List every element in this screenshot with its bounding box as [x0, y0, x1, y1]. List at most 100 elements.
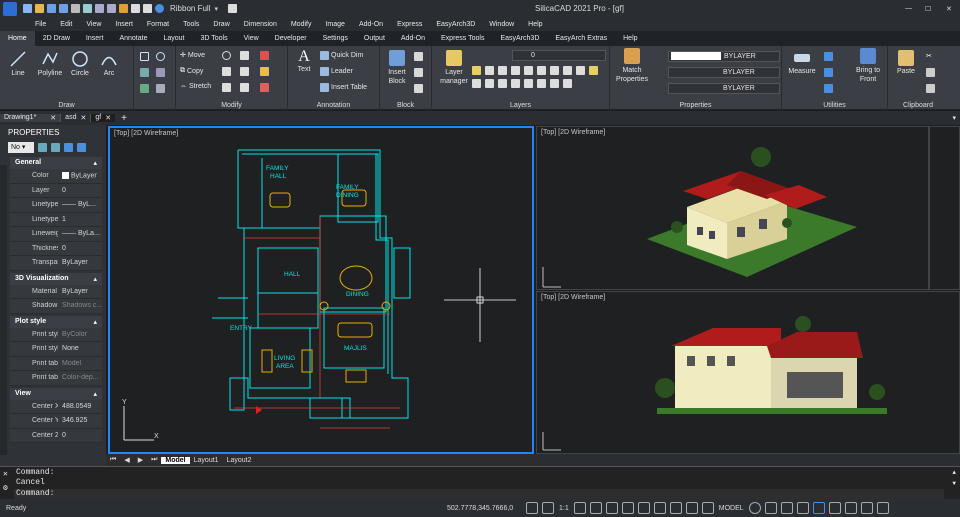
- layout-tab-layout1[interactable]: Layout1: [190, 457, 223, 464]
- top-right-viewport[interactable]: [Top] [2D Wireframe]: [536, 126, 960, 290]
- layout-tab-model[interactable]: Model: [161, 456, 190, 464]
- extend-icon[interactable]: [260, 67, 269, 76]
- open-icon[interactable]: [35, 4, 44, 13]
- insert-table-button[interactable]: Insert Table: [320, 83, 367, 92]
- quick-select-icon[interactable]: [64, 143, 73, 152]
- menu-add-on[interactable]: Add-On: [352, 21, 390, 28]
- main-viewport[interactable]: [Top] [2D Wireframe] FAMILY HALL FAMILY …: [108, 126, 534, 454]
- layer-isolate-icon[interactable]: [485, 66, 494, 75]
- prop-row-print-table-attached[interactable]: Print table...Model: [10, 356, 102, 371]
- tab-easyarch3d[interactable]: EasyArch3D: [492, 31, 547, 46]
- command-input[interactable]: Command:: [14, 489, 944, 499]
- minimize-icon[interactable]: —: [905, 5, 912, 12]
- tab-express-tools[interactable]: Express Tools: [433, 31, 492, 46]
- otrack-icon[interactable]: [669, 502, 682, 514]
- close-icon[interactable]: ✕: [946, 5, 952, 13]
- arc-button[interactable]: Arc: [96, 50, 122, 77]
- scroll-down-icon[interactable]: ▼: [952, 480, 956, 487]
- layer-merge-icon[interactable]: [576, 66, 585, 75]
- hardware-accel-icon[interactable]: [844, 502, 857, 514]
- tab-add-on[interactable]: Add-On: [393, 31, 433, 46]
- new-tab-icon[interactable]: +: [115, 113, 133, 124]
- coordinate-readout[interactable]: 502.7778,345.7666,0: [444, 505, 516, 512]
- matchprop-icon[interactable]: [119, 4, 128, 13]
- menu-dimension[interactable]: Dimension: [237, 21, 284, 28]
- annotation-scale[interactable]: 1:1: [556, 505, 572, 512]
- prop-row-center-z[interactable]: Center Z0: [10, 428, 102, 443]
- menu-file[interactable]: File: [28, 21, 53, 28]
- cut-icon[interactable]: ✂: [926, 52, 932, 60]
- layer-dropdown[interactable]: 0: [512, 50, 606, 61]
- dynamic-input-icon[interactable]: [764, 502, 777, 514]
- annotation-visibility-icon[interactable]: [573, 502, 586, 514]
- vis3d-section-header[interactable]: 3D Visualization ▴: [10, 272, 102, 285]
- prop-row-center-x[interactable]: Center X 488.0549: [10, 399, 102, 414]
- region-icon[interactable]: [140, 84, 149, 93]
- print-icon[interactable]: [71, 4, 80, 13]
- menu-modify[interactable]: Modify: [284, 21, 319, 28]
- layout-tab-layout2[interactable]: Layout2: [223, 457, 256, 464]
- point-icon[interactable]: [156, 84, 165, 93]
- menu-edit[interactable]: Edit: [53, 21, 79, 28]
- workspace-label[interactable]: Ribbon Full: [170, 4, 210, 13]
- text-button[interactable]: A Text: [292, 48, 316, 73]
- layer-walk-icon[interactable]: [550, 66, 559, 75]
- tab-home[interactable]: Home: [0, 31, 35, 46]
- stretch-button[interactable]: ⇔ Stretch: [180, 83, 211, 90]
- layer-current-icon[interactable]: [563, 79, 572, 88]
- selection-cycling-icon[interactable]: [796, 502, 809, 514]
- tab-output[interactable]: Output: [356, 31, 393, 46]
- erase-icon[interactable]: [260, 83, 269, 92]
- layer-copy-icon[interactable]: [511, 79, 520, 88]
- measure-button[interactable]: Measure: [786, 50, 818, 75]
- copy-button[interactable]: ⧉ Copy: [180, 67, 203, 75]
- paste-button[interactable]: Paste: [894, 50, 918, 75]
- create-block-icon[interactable]: [414, 52, 423, 61]
- spline-icon[interactable]: [156, 68, 165, 77]
- menu-view[interactable]: View: [79, 21, 108, 28]
- tab-annotate[interactable]: Annotate: [111, 31, 155, 46]
- quick-select-icon[interactable]: [824, 52, 833, 61]
- tab-settings[interactable]: Settings: [315, 31, 356, 46]
- redo-icon[interactable]: [107, 4, 116, 13]
- rotate-icon[interactable]: [222, 51, 231, 60]
- insert-block-button[interactable]: Insert Block: [384, 50, 410, 86]
- select-filter-icon[interactable]: [824, 68, 833, 77]
- polar-icon[interactable]: [637, 502, 650, 514]
- menu-image[interactable]: Image: [318, 21, 351, 28]
- object-snap-icon[interactable]: [653, 502, 666, 514]
- close-icon[interactable]: ✕: [3, 469, 8, 479]
- osnap-icon[interactable]: [542, 502, 554, 514]
- prop-row-print-table-type[interactable]: Print table...Color-dep...: [10, 371, 102, 386]
- prop-row-material[interactable]: Material ByLayer: [10, 284, 102, 299]
- save-as-icon[interactable]: [59, 4, 68, 13]
- grid-icon[interactable]: [621, 502, 634, 514]
- layer-freeze-icon[interactable]: [498, 66, 507, 75]
- layer-manager-button[interactable]: Layer manager: [436, 50, 472, 86]
- maximize-icon[interactable]: ☐: [925, 5, 931, 13]
- menu-easyarch3d[interactable]: EasyArch3D: [429, 21, 482, 28]
- tab-developer[interactable]: Developer: [267, 31, 315, 46]
- color-dropdown[interactable]: BYLAYER: [668, 51, 780, 62]
- close-icon[interactable]: ✕: [80, 114, 86, 122]
- layer-off-icon[interactable]: [472, 66, 481, 75]
- gear-icon[interactable]: [748, 502, 761, 514]
- prop-row-linetype[interactable]: Linetype —— ByL...: [10, 198, 102, 213]
- line-button[interactable]: Line: [4, 50, 32, 77]
- grid-snap-icon[interactable]: [605, 502, 618, 514]
- select-objects-icon[interactable]: [51, 143, 60, 152]
- paste-special-icon[interactable]: [926, 84, 935, 93]
- trim-icon[interactable]: [260, 51, 269, 60]
- plot-section-header[interactable]: Plot style ▴: [10, 315, 102, 328]
- prop-row-print-style-table[interactable]: Print style...None: [10, 342, 102, 357]
- attribute-icon[interactable]: [414, 84, 423, 93]
- move-button[interactable]: ✛ Move: [180, 51, 205, 60]
- prop-row-shadow[interactable]: Shadow di... Shadows c...: [10, 299, 102, 314]
- rectangle-icon[interactable]: [140, 52, 149, 61]
- tab-2d-draw[interactable]: 2D Draw: [35, 31, 78, 46]
- undo-icon[interactable]: [95, 4, 104, 13]
- prop-row-thickness[interactable]: Thickness 0: [10, 241, 102, 256]
- brush-icon[interactable]: [227, 4, 237, 13]
- menu-tools[interactable]: Tools: [176, 21, 206, 28]
- toggle-pickadd-icon[interactable]: [38, 143, 47, 152]
